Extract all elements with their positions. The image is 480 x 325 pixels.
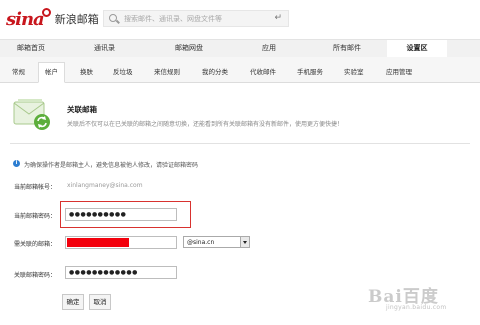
- tab-all-mail[interactable]: 所有邮件: [307, 40, 387, 58]
- subtab-antispam[interactable]: 反垃圾: [113, 66, 133, 76]
- watermark-url: jingyan.baidu.com: [386, 304, 447, 311]
- cancel-button[interactable]: 取消: [89, 294, 111, 310]
- subtab-account[interactable]: 帐户: [38, 62, 65, 83]
- redacted-email: [67, 238, 129, 247]
- envelope-refresh-icon: [13, 99, 50, 130]
- tab-apps[interactable]: 应用: [231, 40, 307, 58]
- verify-notice: 为确保操作者是邮箱主人，避免信息被他人修改，请验证邮箱密码: [24, 162, 199, 169]
- search-icon: [109, 14, 117, 22]
- divider: [10, 143, 470, 144]
- subtab-mail-rules[interactable]: 来信规则: [154, 66, 180, 76]
- info-icon: i: [13, 160, 20, 167]
- current-password-field[interactable]: [65, 208, 177, 221]
- header: sina 新浪邮箱 ↵: [0, 0, 480, 38]
- domain-select[interactable]: @sina.cn: [183, 236, 250, 248]
- sina-mail-logo[interactable]: sina 新浪邮箱: [6, 7, 99, 30]
- confirm-button[interactable]: 确定: [62, 294, 84, 310]
- current-account-value: xinlangmaney@sina.com: [67, 182, 143, 189]
- enter-icon[interactable]: ↵: [274, 13, 282, 23]
- subtab-lab[interactable]: 实验室: [344, 66, 364, 76]
- linked-password-label: 关联邮箱密码：: [14, 272, 57, 279]
- search-box[interactable]: ↵: [103, 10, 289, 27]
- subtab-app-management[interactable]: 应用管理: [386, 66, 412, 76]
- tab-mail-home[interactable]: 邮箱首页: [0, 40, 62, 58]
- sina-eye-icon: [41, 7, 51, 17]
- section-title: 关联邮箱: [67, 105, 97, 114]
- logo-text: 新浪邮箱: [54, 13, 99, 26]
- settings-sub-nav: 常规 帐户 换肤 反垃圾 来信规则 我的分类 代收邮件 手机服务 实验室 应用管…: [0, 57, 480, 83]
- subtab-fetch-mail[interactable]: 代收邮件: [250, 66, 276, 76]
- linked-email-label: 需关联的邮箱：: [14, 241, 57, 248]
- subtab-my-categories[interactable]: 我的分类: [202, 66, 228, 76]
- main-nav: 邮箱首页 通讯录 邮箱网盘 应用 所有邮件 设置区: [0, 39, 480, 58]
- search-input[interactable]: [124, 13, 264, 25]
- linked-password-field[interactable]: [65, 266, 177, 279]
- subtab-mobile-service[interactable]: 手机服务: [297, 66, 323, 76]
- tab-netdisk[interactable]: 邮箱网盘: [147, 40, 231, 58]
- tab-settings[interactable]: 设置区: [387, 40, 447, 58]
- subtab-general[interactable]: 常规: [12, 66, 25, 76]
- current-account-label: 当前邮箱帐号：: [14, 184, 57, 191]
- tab-contacts[interactable]: 通讯录: [62, 40, 147, 58]
- current-password-label: 当前邮箱密码：: [14, 213, 57, 220]
- subtab-skin[interactable]: 换肤: [80, 66, 93, 76]
- domain-select-value: @sina.cn: [187, 239, 215, 246]
- logo-mark: sina: [6, 8, 45, 30]
- baidu-jingyan-watermark: Bai百度 jingyan.baidu.com: [368, 282, 478, 320]
- section-description: 关联后不仅可以在已关联的邮箱之间随意切换，还能看到所有关联邮箱有没有新邮件，使用…: [67, 121, 344, 128]
- chevron-down-icon[interactable]: [240, 237, 249, 247]
